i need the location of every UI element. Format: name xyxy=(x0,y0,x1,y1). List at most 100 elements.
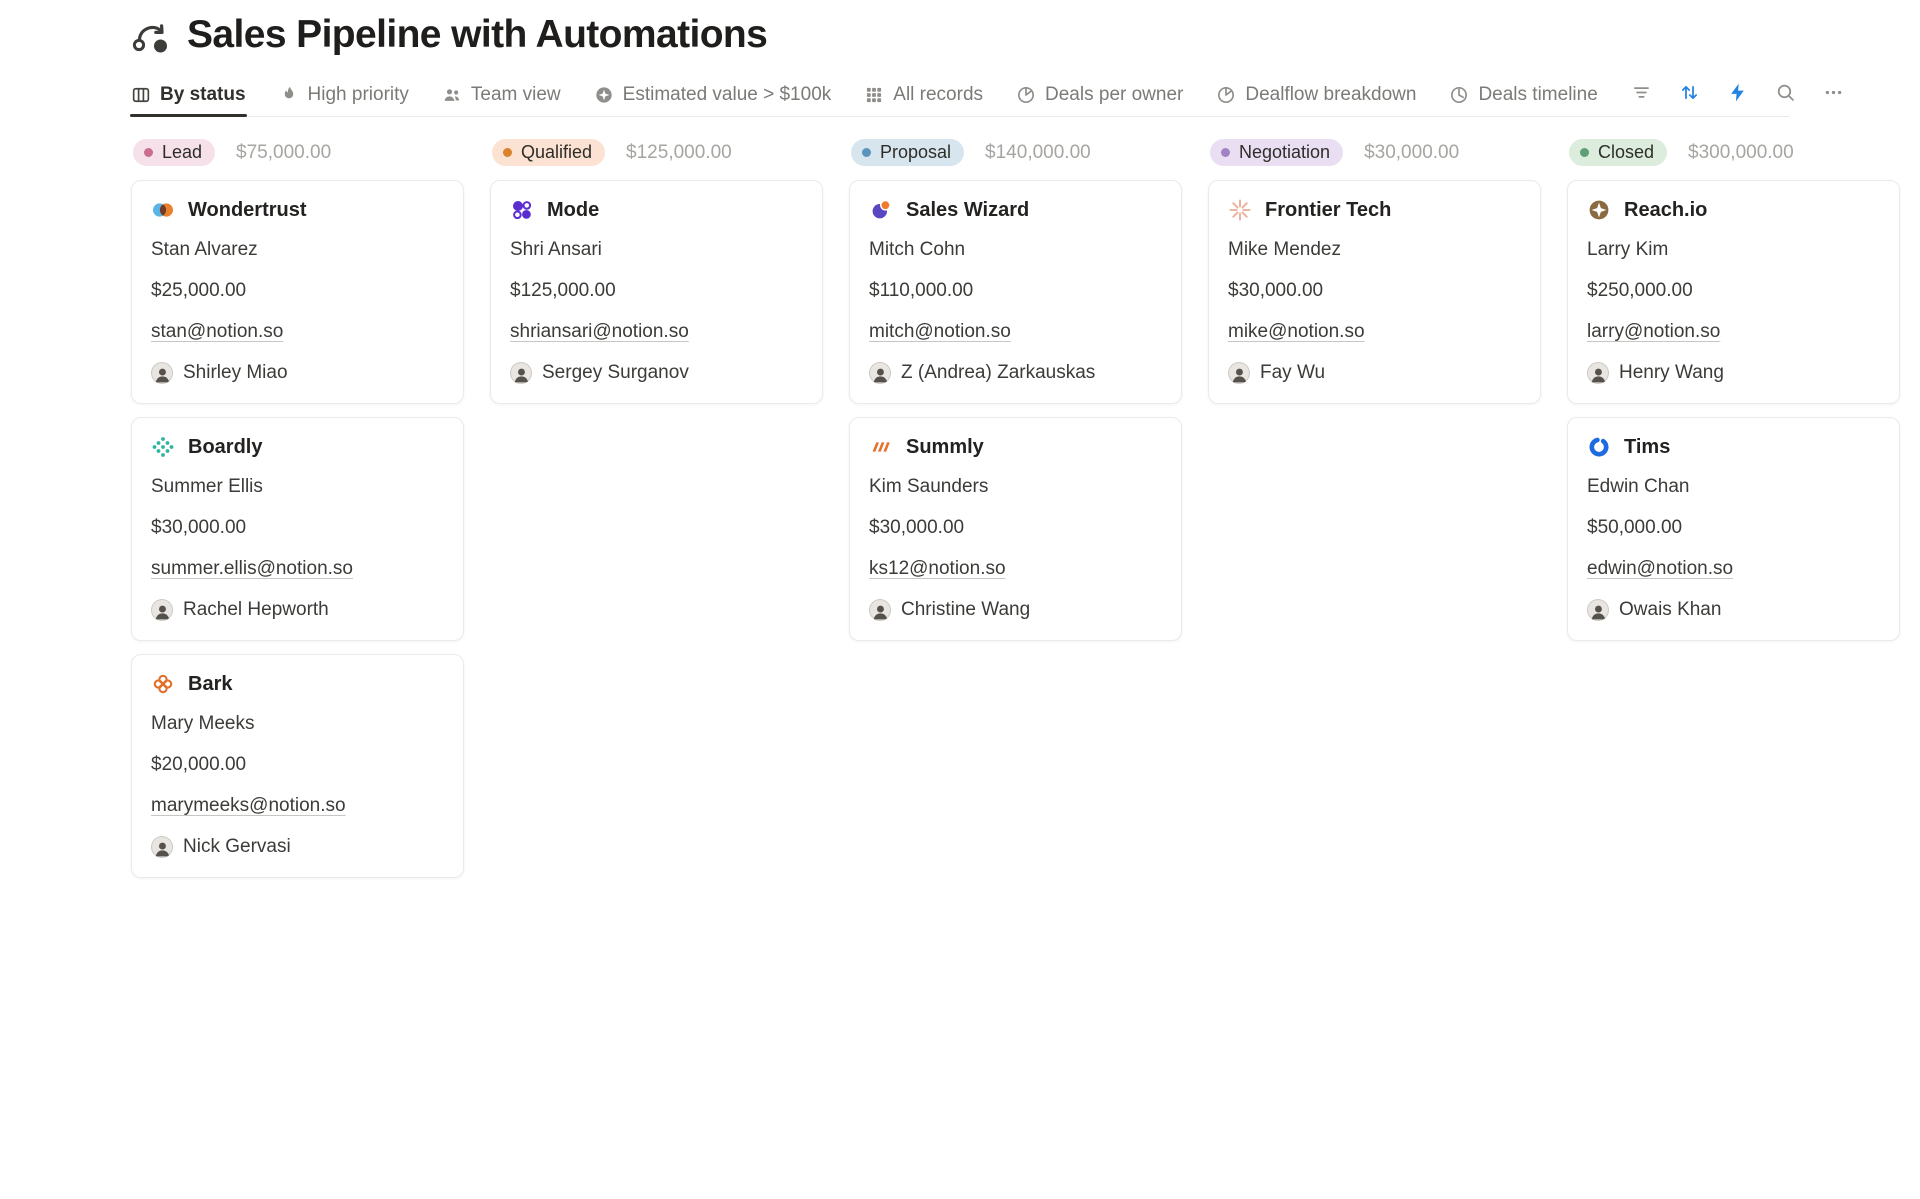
company-name: Tims xyxy=(1624,436,1670,459)
more-button[interactable] xyxy=(1823,82,1844,108)
clock-icon xyxy=(1449,85,1469,105)
tab-all-records[interactable]: All records xyxy=(864,73,983,116)
tab-label: Dealflow breakdown xyxy=(1245,84,1416,106)
company-name: Wondertrust xyxy=(188,199,307,222)
column-negotiation: Negotiation $30,000.00 Frontier TechMike M… xyxy=(1208,139,1541,417)
sort-button[interactable] xyxy=(1679,82,1700,108)
status-pill-lead[interactable]: Lead xyxy=(133,139,215,166)
card-tims[interactable]: TimsEdwin Chan$50,000.00edwin@notion.soO… xyxy=(1567,417,1900,641)
card-sales-wizard[interactable]: Sales WizardMitch Cohn$110,000.00mitch@n… xyxy=(849,180,1182,404)
kanban-board: Lead$75,000.00WondertrustStan Alvarez$25… xyxy=(0,117,1920,891)
tab-dealflow-breakdown[interactable]: Dealflow breakdown xyxy=(1216,73,1416,116)
company-name: Mode xyxy=(547,199,599,222)
view-tabs-bar: By status High priority Team view Estimated… xyxy=(131,73,1789,117)
status-dot xyxy=(144,148,153,157)
status-label: Lead xyxy=(162,142,202,163)
email-link[interactable]: marymeeks@notion.so xyxy=(151,795,346,816)
avatar xyxy=(510,362,532,384)
tab-estimated-value-100k[interactable]: Estimated value > $100k xyxy=(594,73,832,116)
saleswizard-logo-icon xyxy=(869,198,893,222)
status-label: Proposal xyxy=(880,142,951,163)
contact-name: Mitch Cohn xyxy=(869,239,1162,261)
email-field: edwin@notion.so xyxy=(1587,558,1880,580)
card-title-row: Reach.io xyxy=(1587,198,1880,222)
workflow-icon xyxy=(131,15,171,55)
search-button[interactable] xyxy=(1775,82,1796,108)
board-icon xyxy=(131,85,151,105)
email-link[interactable]: summer.ellis@notion.so xyxy=(151,558,353,579)
avatar xyxy=(151,836,173,858)
column-sum: $140,000.00 xyxy=(985,142,1091,164)
ellipsis-icon xyxy=(1823,82,1844,103)
star-circle-icon xyxy=(594,85,614,105)
status-label: Negotiation xyxy=(1239,142,1330,163)
view-toolbar xyxy=(1631,82,1844,108)
column-qualified: Qualified$125,000.00 Mode Shri Ansari $125,… xyxy=(490,139,823,417)
pie-chart-icon xyxy=(1016,85,1036,105)
deal-amount: $125,000.00 xyxy=(510,280,803,302)
company-name: Sales Wizard xyxy=(906,199,1029,222)
card-wondertrust[interactable]: WondertrustStan Alvarez$25,000.00stan@no… xyxy=(131,180,464,404)
filter-button[interactable] xyxy=(1631,82,1652,108)
owner-row: Z (Andrea) Zarkauskas xyxy=(869,362,1162,384)
filter-lines-icon xyxy=(1631,82,1652,103)
card-mode[interactable]: Mode Shri Ansari $125,000.00 shriansari@not… xyxy=(490,180,823,404)
email-link[interactable]: mitch@notion.so xyxy=(869,321,1011,342)
status-pill-proposal[interactable]: Proposal xyxy=(851,139,964,166)
email-field: shriansari@notion.so xyxy=(510,321,803,343)
owner-name: Shirley Miao xyxy=(183,362,288,384)
column-sum: $30,000.00 xyxy=(1364,142,1459,164)
card-title-row: Bark xyxy=(151,672,444,696)
frontiertech-logo-icon xyxy=(1228,198,1252,222)
tab-by-status[interactable]: By status xyxy=(131,73,246,116)
email-link[interactable]: stan@notion.so xyxy=(151,321,283,342)
column-sum: $300,000.00 xyxy=(1688,142,1794,164)
summly-logo-icon xyxy=(869,435,893,459)
tab-deals-per-owner[interactable]: Deals per owner xyxy=(1016,73,1183,116)
pie-chart-icon xyxy=(1216,85,1236,105)
contact-name: Stan Alvarez xyxy=(151,239,444,261)
card-frontier-tech[interactable]: Frontier TechMike Mendez$30,000.00mike@n… xyxy=(1208,180,1541,404)
tab-team-view[interactable]: Team view xyxy=(442,73,561,116)
email-link[interactable]: edwin@notion.so xyxy=(1587,558,1733,579)
page-title: Sales Pipeline with Automations xyxy=(187,13,767,57)
email-field: mike@notion.so xyxy=(1228,321,1521,343)
status-pill-qualified[interactable]: Qualified xyxy=(492,139,605,166)
email-field: ks12@notion.so xyxy=(869,558,1162,580)
column-header: Negotiation $30,000.00 xyxy=(1210,139,1541,166)
email-field: larry@notion.so xyxy=(1587,321,1880,343)
email-link[interactable]: larry@notion.so xyxy=(1587,321,1720,342)
deal-amount: $20,000.00 xyxy=(151,754,444,776)
owner-row: Nick Gervasi xyxy=(151,836,444,858)
card-boardly[interactable]: BoardlySummer Ellis$30,000.00summer.elli… xyxy=(131,417,464,641)
card-bark[interactable]: BarkMary Meeks$20,000.00marymeeks@notion… xyxy=(131,654,464,878)
column-header: Qualified$125,000.00 xyxy=(492,139,823,166)
status-pill-closed[interactable]: Closed xyxy=(1569,139,1667,166)
tims-logo-icon xyxy=(1587,435,1611,459)
tab-label: Deals timeline xyxy=(1478,84,1597,106)
card-reach-io[interactable]: Reach.ioLarry Kim$250,000.00larry@notion… xyxy=(1567,180,1900,404)
tab-deals-timeline[interactable]: Deals timeline xyxy=(1449,73,1597,116)
email-field: marymeeks@notion.so xyxy=(151,795,444,817)
flame-icon xyxy=(279,85,299,105)
card-title-row: Wondertrust xyxy=(151,198,444,222)
status-dot xyxy=(1580,148,1589,157)
email-link[interactable]: mike@notion.so xyxy=(1228,321,1365,342)
automations-button[interactable] xyxy=(1727,82,1748,108)
owner-row: Henry Wang xyxy=(1587,362,1880,384)
email-link[interactable]: ks12@notion.so xyxy=(869,558,1006,579)
owner-name: Sergey Surganov xyxy=(542,362,689,384)
owner-row: Shirley Miao xyxy=(151,362,444,384)
tab-high-priority[interactable]: High priority xyxy=(279,73,409,116)
contact-name: Shri Ansari xyxy=(510,239,803,261)
tab-label: High priority xyxy=(308,84,409,106)
people-icon xyxy=(442,85,462,105)
card-summly[interactable]: SummlyKim Saunders$30,000.00ks12@notion.… xyxy=(849,417,1182,641)
owner-name: Christine Wang xyxy=(901,599,1030,621)
column-proposal: Proposal $140,000.00 Sales Wizard Mitch Coh… xyxy=(849,139,1182,654)
boardly-logo-icon xyxy=(151,435,175,459)
deal-amount: $50,000.00 xyxy=(1587,517,1880,539)
avatar xyxy=(151,599,173,621)
status-pill-negotiation[interactable]: Negotiation xyxy=(1210,139,1343,166)
email-link[interactable]: shriansari@notion.so xyxy=(510,321,689,342)
